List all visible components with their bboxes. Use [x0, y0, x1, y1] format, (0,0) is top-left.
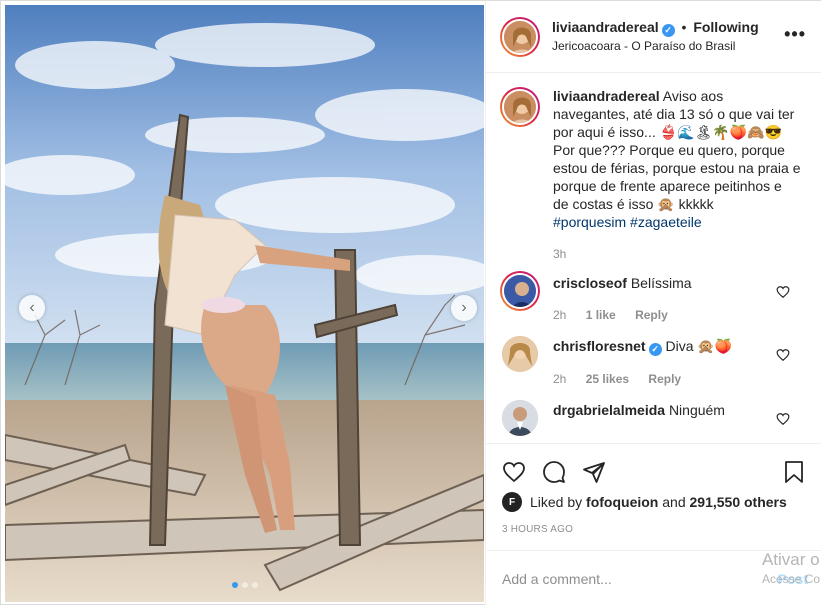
author-username[interactable]: liviaandradereal: [552, 19, 659, 35]
bookmark-icon[interactable]: [782, 460, 806, 484]
comment-time[interactable]: 2h: [553, 308, 566, 322]
comment-username[interactable]: criscloseof: [553, 275, 627, 291]
comment-heart-icon[interactable]: [776, 348, 790, 362]
watermark-line-2: Acesse Co: [761, 572, 820, 586]
caption-username[interactable]: liviaandradereal: [553, 88, 660, 104]
reply-button[interactable]: Reply: [648, 372, 681, 386]
comment-text: Belíssima: [630, 275, 692, 291]
post-timestamp[interactable]: 3 HOURS AGO: [502, 524, 806, 535]
photo-illustration: [5, 5, 484, 602]
comment-username[interactable]: drgabrielalmeida: [553, 402, 665, 418]
hashtag-link[interactable]: #porquesim: [553, 214, 626, 230]
carousel-indicator: [5, 582, 484, 588]
comment-username[interactable]: chrisfloresnet: [553, 338, 646, 354]
comment-likes[interactable]: 25 likes: [586, 372, 629, 386]
more-options-icon[interactable]: •••: [784, 25, 806, 43]
verified-badge-icon: ✓: [661, 24, 675, 37]
author-avatar[interactable]: [500, 16, 540, 57]
following-button[interactable]: Following: [693, 19, 758, 35]
carousel-next-button[interactable]: ›: [451, 295, 477, 321]
share-icon[interactable]: [582, 460, 606, 484]
comment-item: criscloseof Belíssima 2h 1 like Reply: [500, 271, 806, 324]
post-header: liviaandradereal ✓ • Following Jericoacoa…: [486, 1, 821, 73]
separator: •: [681, 19, 687, 35]
comment-input[interactable]: [502, 570, 722, 587]
commenter-avatar[interactable]: [500, 398, 540, 438]
comment-item: drgabrielalmeida Ninguém: [500, 398, 806, 438]
verified-badge-icon: ✓: [648, 343, 662, 356]
comment-text: Diva 🙊🍑: [665, 338, 733, 354]
caption-time[interactable]: 3h: [553, 247, 806, 261]
carousel-dot: [231, 582, 238, 588]
commenter-avatar[interactable]: [500, 334, 540, 374]
carousel-prev-button[interactable]: ‹: [19, 295, 45, 321]
post-modal: ‹ › liviaandradereal ✓ • Following Jeric…: [0, 0, 821, 605]
comment-time[interactable]: 2h: [553, 372, 566, 386]
comment-text: Ninguém: [668, 402, 725, 418]
carousel-dot: [241, 582, 248, 588]
comment-heart-icon[interactable]: [776, 412, 790, 426]
carousel-dot: [251, 582, 258, 588]
post-sidebar: liviaandradereal ✓ • Following Jericoacoa…: [485, 1, 821, 605]
caption-avatar[interactable]: [500, 87, 540, 127]
post-caption: liviaandradereal Aviso aos navegantes, a…: [500, 87, 806, 231]
commenter-avatar[interactable]: [500, 271, 540, 311]
reply-button[interactable]: Reply: [635, 308, 668, 322]
windows-activation-watermark: Ativar o Acesse Co: [762, 550, 820, 586]
heart-icon[interactable]: [502, 460, 526, 484]
post-photo[interactable]: ‹ ›: [5, 5, 484, 602]
post-actions: F Liked by fofoqueion and 291,550 others…: [486, 443, 821, 555]
watermark-line-1: Ativar o: [761, 550, 820, 569]
comment-item: chrisfloresnet ✓ Diva 🙊🍑 2h 25 likes Repl…: [500, 334, 806, 388]
comment-icon[interactable]: [542, 460, 566, 484]
caption-text: Aviso aos navegantes, até dia 13 só o qu…: [553, 88, 801, 212]
hashtag-link[interactable]: #zagaeteile: [630, 214, 702, 230]
comments-list[interactable]: liviaandradereal Aviso aos navegantes, a…: [486, 73, 821, 443]
comment-likes[interactable]: 1 like: [586, 308, 616, 322]
post-location[interactable]: Jericoacoara - O Paraíso do Brasil: [552, 37, 759, 55]
comment-heart-icon[interactable]: [776, 285, 790, 299]
